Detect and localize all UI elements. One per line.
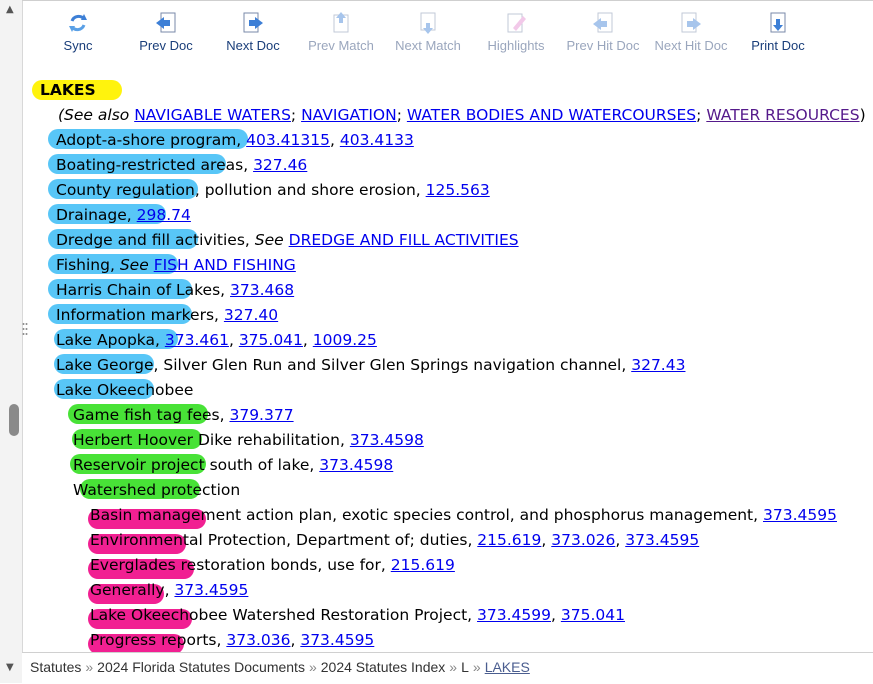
- statute-link[interactable]: 373.036: [226, 631, 290, 649]
- index-subsubentry: Lake Okeechobee Watershed Restoration Pr…: [90, 606, 625, 624]
- next-doc-icon: [243, 12, 263, 33]
- breadcrumb-separator: »: [449, 659, 458, 675]
- index-entry: Fishing, See FISH AND FISHING: [56, 256, 296, 274]
- statute-link[interactable]: 375.041: [239, 331, 303, 349]
- next-match-button[interactable]: Next Match: [385, 11, 471, 53]
- index-entry: Information markers, 327.40: [56, 306, 279, 324]
- statute-link[interactable]: 373.468: [230, 281, 294, 299]
- index-entry: Adopt-a-shore program, 403.41315, 403.41…: [56, 131, 414, 149]
- see-also-link[interactable]: NAVIGATION: [301, 106, 397, 124]
- statute-link[interactable]: 403.41315: [246, 131, 330, 149]
- index-entry: Lake George, Silver Glen Run and Silver …: [56, 356, 686, 374]
- breadcrumb-item[interactable]: 2024 Florida Statutes Documents: [97, 659, 305, 675]
- scroll-up-arrow-icon[interactable]: ▲: [6, 4, 14, 15]
- statute-link[interactable]: 373.4598: [350, 431, 424, 449]
- breadcrumb: Statutes» 2024 Florida Statutes Documents…: [22, 652, 873, 684]
- breadcrumb-item[interactable]: 2024 Statutes Index: [321, 659, 446, 675]
- index-subsubentry: Environmental Protection, Department of;…: [90, 531, 700, 549]
- index-content: LAKES (See also NAVIGABLE WATERS; NAVIGA…: [22, 66, 873, 654]
- left-scrollbar[interactable]: ▲ ▼: [0, 0, 23, 683]
- index-subsubentry: Basin management action plan, exotic spe…: [90, 506, 837, 524]
- index-entry: Lake Apopka, 373.461, 375.041, 1009.25: [56, 331, 377, 349]
- see-also-line: (See also NAVIGABLE WATERS; NAVIGATION; …: [58, 106, 866, 124]
- index-subsubentry: Generally, 373.4595: [90, 581, 249, 599]
- index-subentry: Game fish tag fees, 379.377: [73, 406, 294, 424]
- index-subentry: Herbert Hoover Dike rehabilitation, 373.…: [73, 431, 424, 449]
- toolbar: Sync Prev Doc Next Doc Prev Match Next M…: [22, 0, 873, 67]
- statute-link[interactable]: 1009.25: [313, 331, 377, 349]
- statute-link[interactable]: 403.4133: [340, 131, 414, 149]
- statute-link[interactable]: 327.43: [631, 356, 685, 374]
- index-subsubentry: Progress reports, 373.036, 373.4595: [90, 631, 375, 649]
- statute-link[interactable]: 375.041: [561, 606, 625, 624]
- statute-link[interactable]: 125.563: [426, 181, 490, 199]
- print-doc-icon: [770, 12, 786, 33]
- statute-link[interactable]: 373.4595: [763, 506, 837, 524]
- breadcrumb-separator: »: [308, 659, 317, 675]
- statute-link[interactable]: 373.4598: [319, 456, 393, 474]
- sync-icon: [69, 14, 87, 32]
- highlights-button[interactable]: Highlights: [473, 11, 559, 53]
- statute-link[interactable]: 373.4595: [174, 581, 248, 599]
- next-hit-doc-icon: [681, 12, 701, 33]
- prev-hit-doc-icon: [593, 12, 613, 33]
- next-doc-button[interactable]: Next Doc: [210, 11, 296, 53]
- prev-match-button[interactable]: Prev Match: [298, 11, 384, 53]
- highlights-icon: [507, 13, 526, 33]
- see-also-link[interactable]: WATER RESOURCES: [706, 106, 859, 124]
- see-also-suffix: ): [859, 106, 866, 124]
- statute-link[interactable]: 215.619: [391, 556, 455, 574]
- breadcrumb-item[interactable]: Statutes: [22, 659, 81, 675]
- scrollbar-thumb[interactable]: [9, 404, 19, 436]
- statute-link[interactable]: 298.74: [137, 206, 191, 224]
- breadcrumb-current[interactable]: LAKES: [485, 659, 530, 675]
- index-entry: County regulation, pollution and shore e…: [56, 181, 490, 199]
- index-entry: Dredge and fill activities, See DREDGE A…: [56, 231, 519, 249]
- index-entry: Lake Okeechobee: [56, 381, 194, 399]
- index-entry: Boating-restricted areas, 327.46: [56, 156, 308, 174]
- prev-hit-doc-button[interactable]: Prev Hit Doc: [560, 11, 646, 53]
- index-entry: Harris Chain of Lakes, 373.468: [56, 281, 295, 299]
- statute-link[interactable]: 215.619: [477, 531, 541, 549]
- prev-doc-icon: [156, 12, 176, 33]
- index-subentry: Watershed protection: [73, 481, 241, 499]
- statute-link[interactable]: 373.4595: [625, 531, 699, 549]
- see-also-prefix: (See also: [58, 106, 130, 124]
- statute-link[interactable]: 327.46: [253, 156, 307, 174]
- index-subentry: Reservoir project south of lake, 373.459…: [73, 456, 394, 474]
- print-doc-button[interactable]: Print Doc: [735, 11, 821, 53]
- statute-link[interactable]: 327.40: [224, 306, 278, 324]
- breadcrumb-separator: »: [85, 659, 94, 675]
- index-heading: LAKES: [40, 81, 96, 99]
- sync-button[interactable]: Sync: [35, 11, 121, 53]
- breadcrumb-item[interactable]: L: [461, 659, 469, 675]
- statute-link[interactable]: 373.4595: [300, 631, 374, 649]
- statute-link[interactable]: 373.026: [551, 531, 615, 549]
- prev-match-icon: [333, 12, 349, 33]
- statute-link[interactable]: 373.461: [165, 331, 229, 349]
- next-hit-doc-button[interactable]: Next Hit Doc: [648, 11, 734, 53]
- see-also-link[interactable]: WATER BODIES AND WATERCOURSES: [407, 106, 696, 124]
- see-also-link[interactable]: NAVIGABLE WATERS: [134, 106, 291, 124]
- statute-link[interactable]: 373.4599: [477, 606, 551, 624]
- statute-link[interactable]: 379.377: [229, 406, 293, 424]
- see-link[interactable]: DREDGE AND FILL ACTIVITIES: [289, 231, 519, 249]
- index-subsubentry: Everglades restoration bonds, use for, 2…: [90, 556, 455, 574]
- prev-doc-button[interactable]: Prev Doc: [123, 11, 209, 53]
- scroll-down-arrow-icon[interactable]: ▼: [6, 662, 14, 673]
- see-link[interactable]: FISH AND FISHING: [154, 256, 296, 274]
- breadcrumb-separator: »: [472, 659, 481, 675]
- next-match-icon: [420, 12, 436, 34]
- index-entry: Drainage, 298.74: [56, 206, 191, 224]
